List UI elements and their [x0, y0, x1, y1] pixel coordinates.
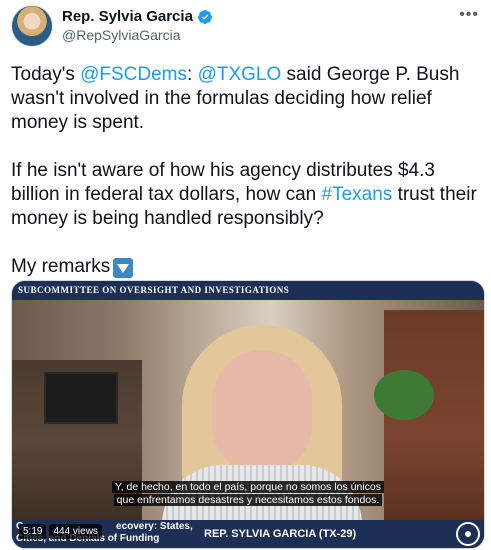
video-views: 444 views: [49, 524, 102, 539]
plant: [374, 370, 434, 420]
tweet-paragraph-2: If he isn't aware of how his agency dist…: [11, 159, 483, 231]
hearing-title-line-2: ecovery: States,: [116, 521, 193, 532]
video-header-banner: Subcommittee on Oversight and Investigat…: [12, 281, 484, 300]
hashtag-texans[interactable]: #Texans: [322, 184, 393, 205]
down-arrow-icon: [113, 258, 134, 278]
text-segment: My remarks: [11, 256, 111, 277]
author-name[interactable]: Rep. Sylvia Garcia: [62, 8, 193, 25]
video-player[interactable]: Subcommittee on Oversight and Investigat…: [11, 280, 485, 549]
author-handle[interactable]: @RepSylviaGarcia: [62, 27, 180, 43]
video-badges: 5:19 444 views: [19, 524, 102, 539]
speaker-name-caption: REP. SYLVIA GARCIA (TX-29): [204, 528, 357, 540]
television: [44, 372, 118, 424]
text-segment: Today's: [11, 64, 81, 85]
subtitle-line-1: Y, de hecho, en todo el país, porque no …: [112, 481, 384, 493]
video-timestamp: 5:19: [19, 524, 47, 539]
mention-fscdems[interactable]: @FSCDems: [80, 64, 187, 85]
tweet-paragraph-1: Today's @FSCDems: @TXGLO said George P. …: [11, 63, 483, 135]
speaker-face: [212, 350, 312, 475]
text-segment: :: [187, 64, 198, 85]
tweet-text: Today's @FSCDems: @TXGLO said George P. …: [11, 63, 483, 279]
author-name-row[interactable]: Rep. Sylvia Garcia: [62, 8, 213, 25]
mention-txglo[interactable]: @TXGLO: [198, 64, 282, 85]
author-avatar[interactable]: [11, 5, 53, 47]
subtitle-line-2: que enfrentamos desastres y necesitamos …: [113, 494, 383, 506]
more-options-icon[interactable]: •••: [459, 6, 479, 24]
video-subtitle: Y, de hecho, en todo el país, porque no …: [12, 481, 484, 507]
verified-badge-icon: [197, 9, 212, 24]
congress-seal-icon: [456, 522, 480, 546]
tweet-paragraph-3: My remarks: [11, 255, 483, 279]
